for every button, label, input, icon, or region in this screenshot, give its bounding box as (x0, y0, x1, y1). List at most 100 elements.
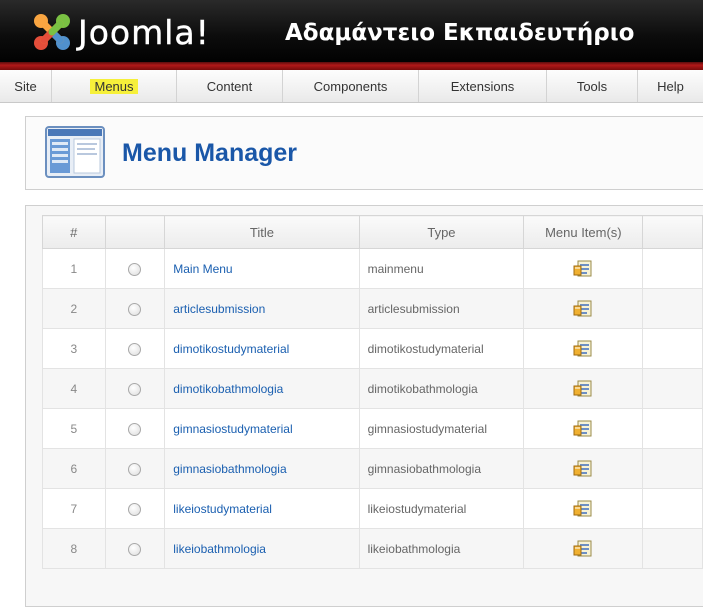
joomla-logo-icon (34, 14, 70, 50)
menu-components[interactable]: Components (283, 70, 419, 102)
row-select-cell (104, 408, 166, 449)
menu-items-icon[interactable] (573, 340, 593, 358)
menu-help[interactable]: Help (638, 70, 703, 102)
row-menu-items-cell (523, 448, 644, 489)
menu-title-link[interactable]: gimnasiostudymaterial (173, 422, 292, 436)
row-select-cell (104, 288, 166, 329)
table-header-row: # Title Type Menu Item(s) (42, 215, 703, 249)
row-menu-items-cell (523, 528, 644, 569)
row-select-cell (104, 248, 166, 289)
row-number: 3 (42, 328, 106, 369)
row-title-cell: articlesubmission (164, 288, 360, 329)
menu-items-icon[interactable] (573, 300, 593, 318)
row-select-cell (104, 368, 166, 409)
row-menu-items-cell (523, 368, 644, 409)
row-title-cell: gimnasiostudymaterial (164, 408, 360, 449)
row-select-radio[interactable] (128, 502, 142, 516)
menu-title-link[interactable]: Main Menu (173, 262, 232, 276)
site-name: Αδαμάντειο Εκπαιδευτήριο (285, 20, 635, 46)
table-row: 6 gimnasiobathmologia gimnasiobathmologia (42, 448, 703, 489)
menu-items-icon[interactable] (573, 420, 593, 438)
row-number: 5 (42, 408, 106, 449)
column-header-type[interactable]: Type (358, 215, 525, 249)
menu-tools[interactable]: Tools (547, 70, 638, 102)
row-extra-cell (642, 328, 703, 369)
row-extra-cell (642, 288, 703, 329)
row-extra-cell (642, 448, 703, 489)
menu-title-link[interactable]: dimotikobathmologia (173, 382, 283, 396)
table-row: 5 gimnasiostudymaterial gimnasiostudymater… (42, 408, 703, 449)
menu-items-icon[interactable] (573, 460, 593, 478)
row-select-cell (104, 328, 166, 369)
row-type: articlesubmission (358, 288, 525, 329)
row-type: likeiobathmologia (358, 528, 525, 569)
menu-title-link[interactable]: articlesubmission (173, 302, 265, 316)
row-menu-items-cell (523, 288, 644, 329)
menu-site[interactable]: Site (0, 70, 52, 102)
column-header-number[interactable]: # (42, 215, 106, 249)
menu-items-icon[interactable] (573, 540, 593, 558)
row-extra-cell (642, 248, 703, 289)
menu-content[interactable]: Content (177, 70, 283, 102)
row-type: likeiostudymaterial (358, 488, 525, 529)
row-title-cell: dimotikobathmologia (164, 368, 360, 409)
menu-title-link[interactable]: gimnasiobathmologia (173, 462, 286, 476)
menu-menus[interactable]: Menus (52, 70, 177, 102)
table-row: 2 articlesubmission articlesubmission (42, 288, 703, 329)
column-header-select (104, 215, 166, 249)
row-type: dimotikostudymaterial (358, 328, 525, 369)
menu-title-link[interactable]: dimotikostudymaterial (173, 342, 289, 356)
table-row: 8 likeiobathmologia likeiobathmologia (42, 528, 703, 569)
row-select-radio[interactable] (128, 382, 142, 396)
row-select-radio[interactable] (128, 262, 142, 276)
row-number: 1 (42, 248, 106, 289)
row-title-cell: dimotikostudymaterial (164, 328, 360, 369)
row-menu-items-cell (523, 328, 644, 369)
admin-menubar: Site Menus Content Components Extensions… (0, 70, 703, 103)
row-extra-cell (642, 368, 703, 409)
column-header-title[interactable]: Title (164, 215, 360, 249)
row-number: 4 (42, 368, 106, 409)
row-select-radio[interactable] (128, 302, 142, 316)
menu-title-link[interactable]: likeiostudymaterial (173, 502, 272, 516)
menu-title-link[interactable]: likeiobathmologia (173, 542, 266, 556)
joomla-brand: Joomla! (78, 13, 210, 52)
admin-header: Joomla! Αδαμάντειο Εκπαιδευτήριο (0, 0, 703, 66)
row-number: 7 (42, 488, 106, 529)
table-row: 4 dimotikobathmologia dimotikobathmologia (42, 368, 703, 409)
row-select-radio[interactable] (128, 462, 142, 476)
row-menu-items-cell (523, 408, 644, 449)
row-title-cell: gimnasiobathmologia (164, 448, 360, 489)
row-type: gimnasiostudymaterial (358, 408, 525, 449)
row-select-cell (104, 488, 166, 529)
row-number: 6 (42, 448, 106, 489)
header-divider (0, 62, 703, 70)
row-select-cell (104, 448, 166, 489)
page-title: Menu Manager (122, 139, 298, 167)
row-select-radio[interactable] (128, 542, 142, 556)
row-select-radio[interactable] (128, 342, 142, 356)
row-extra-cell (642, 408, 703, 449)
row-type: dimotikobathmologia (358, 368, 525, 409)
table-row: 3 dimotikostudymaterial dimotikostudymater… (42, 328, 703, 369)
row-menu-items-cell (523, 248, 644, 289)
row-extra-cell (642, 528, 703, 569)
row-number: 2 (42, 288, 106, 329)
menu-items-icon[interactable] (573, 500, 593, 518)
row-select-radio[interactable] (128, 422, 142, 436)
menu-items-icon[interactable] (573, 380, 593, 398)
menu-manager-icon (45, 126, 105, 178)
column-header-extra (642, 215, 703, 249)
row-title-cell: likeiostudymaterial (164, 488, 360, 529)
menu-extensions[interactable]: Extensions (419, 70, 547, 102)
row-title-cell: likeiobathmologia (164, 528, 360, 569)
row-select-cell (104, 528, 166, 569)
row-menu-items-cell (523, 488, 644, 529)
column-header-menu-items[interactable]: Menu Item(s) (523, 215, 644, 249)
row-extra-cell (642, 488, 703, 529)
table-row: 1 Main Menu mainmenu (42, 248, 703, 289)
menu-items-icon[interactable] (573, 260, 593, 278)
row-title-cell: Main Menu (164, 248, 360, 289)
row-type: gimnasiobathmologia (358, 448, 525, 489)
row-number: 8 (42, 528, 106, 569)
